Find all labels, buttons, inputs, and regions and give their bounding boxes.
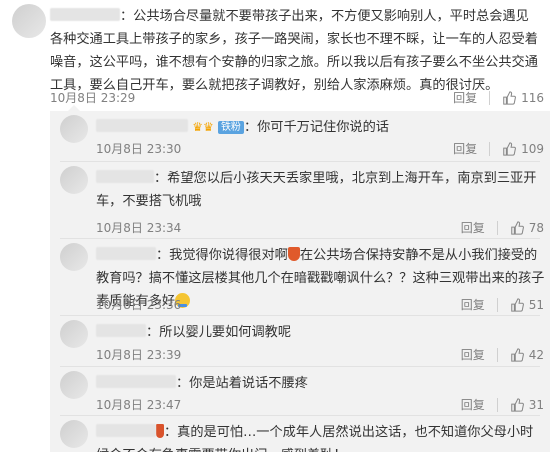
reply-list: ♛♛ 铁粉 ：你可千万记住你说的话 10月8日 23:30 回复 109 ：希望您… [50,105,550,452]
timestamp: 10月8日 23:34 [96,221,182,235]
reply-button[interactable]: 回复 [461,346,485,363]
reply-body: ：真的是可怕…一个成年人居然说出这话，也不知道你父母小时候会不会有急事需要带你出… [96,421,546,452]
reply-item: ♛♛ 铁粉 ：你可千万记住你说的话 10月8日 23:30 回复 109 [50,111,550,161]
reply-item: ：所以婴儿要如何调教呢 10月8日 23:39 回复 42 [50,316,550,366]
reply-item: ：我觉得你说得很对啊 在公共场合保持安静不是从小我们接受的教育吗？搞不懂这层楼其他… [50,239,550,315]
reply-actions: 回复 51 [461,296,544,313]
reply-body: ♛♛ 铁粉 ：你可千万记住你说的话 [96,116,546,139]
reply-text: ：我觉得你说得很对啊 [156,248,288,263]
reply-body: ：你是站着说话不腰疼 [96,372,546,395]
reply-actions: 回复 78 [461,219,544,236]
username[interactable] [96,375,176,388]
avatar[interactable] [12,4,46,38]
username[interactable] [96,424,156,437]
comment-text: ：公共场合尽量就不要带孩子出来，不方便又影响别人，平时总会遇见各种交通工具上带孩… [50,9,538,93]
reply-item: ：你是站着说话不腰疼 10月8日 23:47 回复 31 [50,367,550,415]
comment-actions: 回复 116 [453,89,544,106]
avatar[interactable] [60,320,88,348]
like-button[interactable]: 31 [510,398,544,412]
avatar[interactable] [60,420,88,448]
reply-item: ：真的是可怕…一个成年人居然说出这话，也不知道你父母小时候会不会有急事需要带你出… [50,416,550,452]
reply-text: ：希望您以后小孩天天丢家里哦，北京到上海开车，南京到三亚开车，不要搭飞机哦 [96,171,537,209]
divider [489,90,491,105]
thumbs-up-icon [503,90,517,105]
like-count: 42 [528,347,544,362]
timestamp: 10月8日 23:47 [96,398,182,412]
reply-text: ：所以婴儿要如何调教呢 [146,325,292,340]
like-count: 78 [528,220,544,235]
like-button[interactable]: 42 [510,348,544,362]
timestamp: 10月8日 23:36 [96,298,182,312]
reply-actions: 回复 42 [461,346,544,363]
username[interactable] [96,119,188,132]
reply-item: ：希望您以后小孩天天丢家里哦，北京到上海开车，南京到三亚开车，不要搭飞机哦 10… [50,162,550,238]
like-button[interactable]: 116 [502,91,544,105]
reply-body: ：希望您以后小孩天天丢家里哦，北京到上海开车，南京到三亚开车，不要搭飞机哦 [96,167,546,213]
like-button[interactable]: 51 [510,298,544,312]
main-comment: ：公共场合尽量就不要带孩子出来，不方便又影响别人，平时总会遇见各种交通工具上带孩… [0,0,550,106]
divider [489,141,491,156]
avatar[interactable] [60,243,88,271]
timestamp: 10月8日 23:39 [96,348,182,362]
avatar[interactable] [60,166,88,194]
thumbs-up-icon [510,397,524,412]
reply-actions: 回复 109 [453,140,544,157]
divider [496,397,498,412]
fan-badge: 铁粉 [217,121,244,134]
reply-button[interactable]: 回复 [453,140,477,157]
divider [496,220,498,235]
angry-emoji-icon [287,247,300,261]
vip-icon: ♛ [202,120,214,134]
username[interactable] [96,170,154,183]
divider [496,297,498,312]
thumbs-up-icon [510,220,524,235]
reply-button[interactable]: 回复 [453,89,477,106]
crown-icon: ♛ [192,120,203,134]
thumbs-up-icon [510,297,524,312]
avatar[interactable] [60,115,88,143]
reply-body: ：所以婴儿要如何调教呢 [96,321,546,344]
reply-actions: 回复 31 [461,396,544,413]
username[interactable] [50,8,120,21]
reply-button[interactable]: 回复 [461,396,485,413]
user-emoji-icon [156,424,164,438]
username[interactable] [96,324,146,337]
timestamp: 10月8日 23:30 [96,142,182,156]
username[interactable] [96,247,156,260]
like-count: 116 [521,90,544,105]
like-button[interactable]: 109 [502,142,544,156]
thumbs-up-icon [510,347,524,362]
reply-text: ：你是站着说话不腰疼 [176,376,308,391]
timestamp: 10月8日 23:29 [50,91,136,105]
comment-body: ：公共场合尽量就不要带孩子出来，不方便又影响别人，平时总会遇见各种交通工具上带孩… [50,5,540,97]
like-button[interactable]: 78 [510,221,544,235]
divider [496,347,498,362]
avatar[interactable] [60,371,88,399]
like-count: 51 [528,297,544,312]
like-count: 31 [528,397,544,412]
reply-button[interactable]: 回复 [461,219,485,236]
reply-button[interactable]: 回复 [461,296,485,313]
like-count: 109 [521,141,544,156]
reply-text: ：你可千万记住你说的话 [243,120,389,135]
thumbs-up-icon [503,141,517,156]
